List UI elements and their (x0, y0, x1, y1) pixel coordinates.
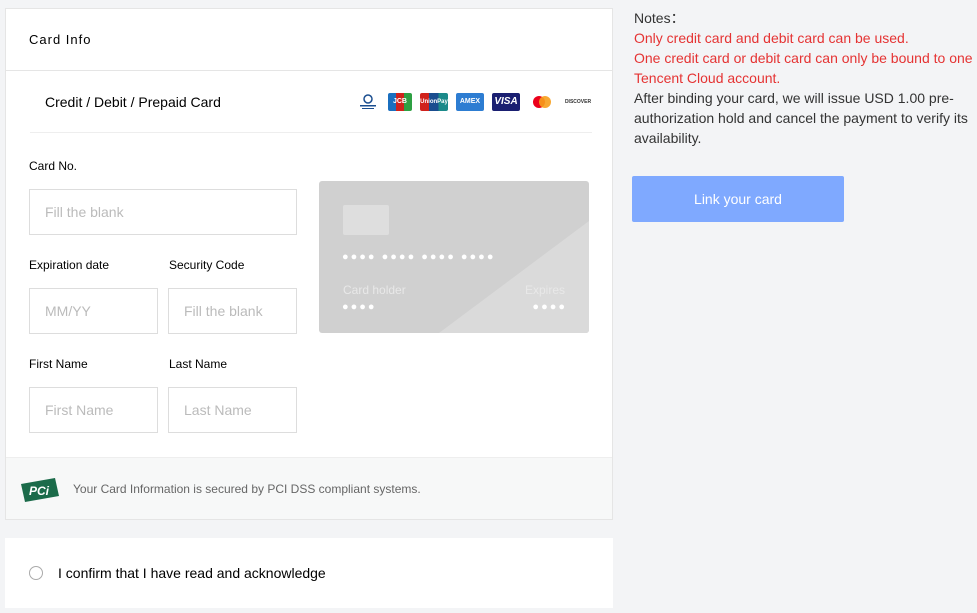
card-type-label: Credit / Debit / Prepaid Card (45, 93, 221, 110)
card-expires-label: Expires (524, 283, 565, 297)
card-holder-dots: ●●●● (342, 301, 377, 313)
card-chip (343, 205, 389, 235)
expiration-label: Expiration date (29, 258, 110, 272)
security-code-input[interactable] (168, 288, 297, 334)
amex-logo: AMEX (456, 92, 484, 111)
card-info-panel: Card Info Credit / Debit / Prepaid Card … (5, 8, 613, 520)
card-number-input[interactable] (29, 189, 297, 235)
last-name-label: Last Name (169, 357, 228, 371)
notes-line-3: After binding your card, we will issue U… (634, 90, 968, 146)
notes-line-2: One credit card or debit card can only b… (634, 50, 973, 86)
confirm-text: I confirm that I have read and acknowled… (58, 565, 326, 581)
first-name-input[interactable] (29, 387, 158, 433)
discover-logo: DISCOVER (564, 98, 592, 105)
card-type-row: Credit / Debit / Prepaid Card JCB UnionP… (30, 71, 592, 133)
mastercard-logo (528, 93, 556, 111)
confirm-panel: I confirm that I have read and acknowled… (5, 538, 613, 608)
card-holder-label: Card holder (343, 283, 406, 297)
diners-club-logo (356, 93, 380, 111)
confirm-radio[interactable] (29, 566, 43, 580)
card-preview: ●●●● ●●●● ●●●● ●●●● Card holder ●●●● Exp… (319, 181, 589, 333)
pci-text: Your Card Information is secured by PCI … (73, 481, 421, 496)
jcb-logo: JCB (388, 92, 412, 111)
card-info-header: Card Info (6, 9, 612, 71)
card-expires-dots: ●●●● (532, 301, 567, 313)
first-name-label: First Name (29, 357, 88, 371)
pci-logo: PCi (21, 478, 59, 507)
notes-section: Notes： Only credit card and debit card c… (634, 8, 974, 148)
security-code-label: Security Code (169, 258, 245, 272)
link-card-button[interactable]: Link your card (632, 176, 844, 222)
last-name-input[interactable] (168, 387, 297, 433)
card-number-dots: ●●●● ●●●● ●●●● ●●●● (342, 251, 496, 263)
notes-line-1: Only credit card and debit card can be u… (634, 30, 909, 46)
card-brand-logos: JCB UnionPay AMEX VISA DISCOVER (356, 92, 592, 111)
card-no-label: Card No. (29, 159, 78, 173)
notes-title: Notes： (634, 10, 685, 26)
expiration-input[interactable] (29, 288, 158, 334)
pci-logo-text: PCi (29, 484, 50, 498)
unionpay-logo: UnionPay (420, 92, 448, 111)
visa-logo: VISA (492, 92, 520, 111)
pci-security-bar: PCi Your Card Information is secured by … (6, 457, 612, 519)
